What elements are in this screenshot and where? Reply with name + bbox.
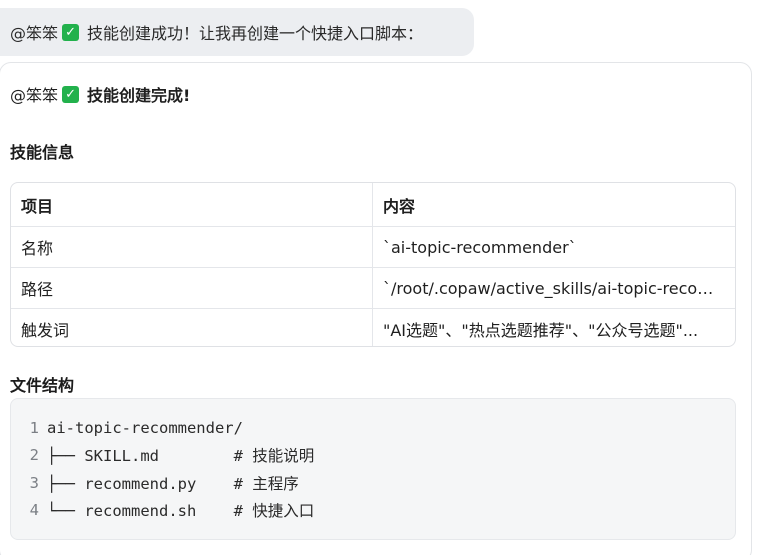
code-text: ai-topic-recommender/ [47,418,243,437]
code-text: ├── SKILL.md # 技能说明 [47,447,315,466]
code-line: 4 └── recommend.sh # 快捷入口 [11,497,735,525]
table-cell: "AI选题"、"热点选题推荐"、"公众号选题"... [383,321,699,340]
code-text: ├── recommend.py # 主程序 [47,474,299,493]
table-cell: `ai-topic-recommender` [383,237,577,257]
mention: @笨笨 [10,24,59,43]
line-number: 2 [29,446,39,465]
line-number: 1 [29,418,39,437]
check-icon: ✓ [62,23,80,41]
file-structure-title: 文件结构 [10,376,75,395]
code-text: └── recommend.sh # 快捷入口 [47,502,315,521]
line-number: 3 [29,473,39,492]
code-line: 1 ai-topic-recommender/ [11,414,735,442]
table-cell: 触发词 [11,309,373,346]
table-header-row: 项目 内容 [11,183,735,226]
table-row: 路径 `/root/.copaw/active_skills/ai-topic-… [11,267,735,308]
line-number: 4 [29,501,39,520]
check-icon: ✓ [62,85,80,103]
code-block[interactable]: 1 ai-topic-recommender/ 2 ├── SKILL.md #… [10,398,736,540]
table-cell: 名称 [11,227,373,267]
completion-headline: 技能创建完成! [87,86,191,105]
bubble-text: 技能创建成功！让我再创建一个快捷入口脚本： [87,24,424,43]
user-message-bubble: @笨笨 ✓ 技能创建成功！让我再创建一个快捷入口脚本： [0,8,474,56]
table-cell: 路径 [11,268,373,308]
table-cell: `/root/.copaw/active_skills/ai-topic-rec… [383,278,725,298]
skill-info-table: 项目 内容 名称 `ai-topic-recommender` 路径 `/roo… [10,182,736,347]
completion-line: @笨笨 ✓ 技能创建完成! [10,82,190,106]
code-line: 3 ├── recommend.py # 主程序 [11,469,735,497]
table-header-cell: 内容 [383,196,416,216]
mention: @笨笨 [10,86,59,105]
skill-info-title: 技能信息 [10,143,75,162]
table-row: 触发词 "AI选题"、"热点选题推荐"、"公众号选题"... [11,308,735,346]
code-line: 2 ├── SKILL.md # 技能说明 [11,442,735,470]
table-row: 名称 `ai-topic-recommender` [11,226,735,267]
table-header-cell: 项目 [11,183,373,226]
